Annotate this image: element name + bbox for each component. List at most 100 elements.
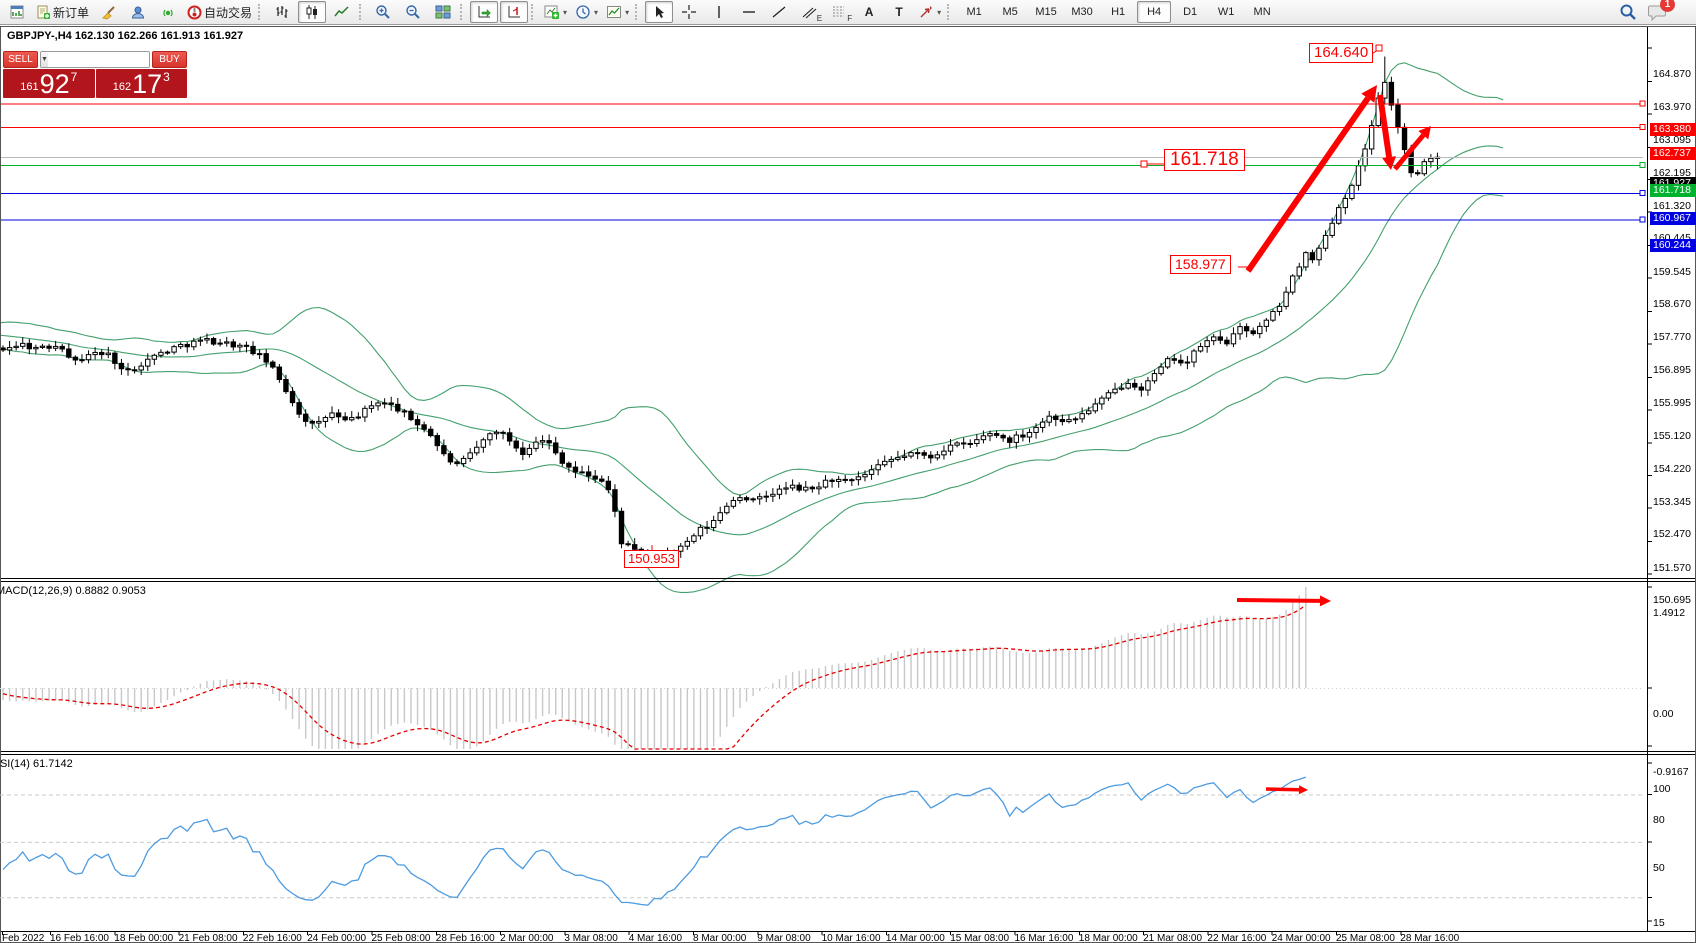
add-indicator-button[interactable]: ▾ — [541, 1, 570, 23]
resistance-price-label[interactable]: 161.718 — [1164, 149, 1245, 171]
chart-ohlc-header: GBPJPY-,H4 162.130 162.266 161.913 161.9… — [7, 30, 243, 42]
timeframe-m1[interactable]: M1 — [957, 1, 991, 23]
toolbar-group: ▾ ▾ ▾ — [540, 0, 633, 24]
chart-window-button[interactable] — [3, 1, 31, 23]
fibonacci-icon — [831, 4, 847, 20]
toolbar-grip[interactable] — [635, 4, 640, 20]
signal-button[interactable] — [154, 1, 182, 23]
timeframe-h1[interactable]: H1 — [1101, 1, 1135, 23]
new-order-label: 新订单 — [53, 4, 89, 21]
axis-tick-label: 152.470 — [1653, 528, 1691, 540]
buy-button[interactable]: BUY — [152, 51, 187, 68]
rsi-layer — [0, 777, 1643, 905]
time-axis-label: 18 Feb 00:00 — [114, 933, 173, 943]
vertical-line-button[interactable] — [705, 1, 733, 23]
new-order-button[interactable]: 新订单 — [33, 1, 92, 23]
sell-quote[interactable]: 161927 — [3, 69, 95, 98]
sell-price-sup: 7 — [71, 71, 78, 83]
chevron-down-icon[interactable]: ▾ — [594, 8, 598, 17]
trendline-button[interactable] — [765, 1, 793, 23]
tool-subscript: F — [847, 14, 852, 23]
toolbar-grip[interactable] — [531, 4, 536, 20]
chevron-down-icon[interactable]: ▾ — [563, 8, 567, 17]
add-indicator-icon — [544, 4, 560, 20]
signal-icon — [161, 5, 176, 20]
toolbar-group — [368, 0, 458, 24]
chevron-down-icon[interactable]: ▾ — [937, 8, 941, 17]
cursor-button[interactable] — [645, 1, 673, 23]
fibonacci-button[interactable]: F — [825, 1, 853, 23]
candles-layer — [1, 57, 1440, 565]
auto-scroll-button[interactable] — [470, 1, 498, 23]
buy-price-sup: 3 — [163, 71, 170, 83]
candlestick-button[interactable] — [298, 1, 326, 23]
tile-windows-icon — [435, 4, 451, 20]
support-price-label[interactable]: 158.977 — [1170, 255, 1231, 274]
broom-button[interactable] — [94, 1, 122, 23]
zoom-out-button[interactable] — [399, 1, 427, 23]
timeframe-d1[interactable]: D1 — [1173, 1, 1207, 23]
auto-trading-button[interactable]: 自动交易 — [184, 1, 255, 23]
axis-tick-label: -0.9167 — [1653, 766, 1689, 778]
timeframe-mn[interactable]: MN — [1245, 1, 1279, 23]
axis-tick-label: 155.995 — [1653, 397, 1691, 409]
timeframe-h4[interactable]: H4 — [1137, 1, 1171, 23]
buy-quote[interactable]: 162173 — [96, 69, 188, 98]
buy-price-prefix: 162 — [113, 78, 131, 97]
peak-price-callout[interactable]: 164.640 — [1309, 43, 1373, 63]
toolbar-grip[interactable] — [460, 4, 465, 20]
timeframe-m30[interactable]: M30 — [1065, 1, 1099, 23]
zoom-in-button[interactable] — [369, 1, 397, 23]
time-axis-label: 28 Feb 16:00 — [436, 933, 495, 943]
line-chart-button[interactable] — [328, 1, 356, 23]
template-button[interactable]: ▾ — [603, 1, 632, 23]
timeframe-w1[interactable]: W1 — [1209, 1, 1243, 23]
channel-button[interactable]: E — [795, 1, 823, 23]
text-button[interactable]: A — [855, 1, 883, 23]
chart-window[interactable]: GBPJPY-,H4 162.130 162.266 161.913 161.9… — [0, 26, 1696, 943]
timeframe-m15[interactable]: M15 — [1029, 1, 1063, 23]
broom-icon — [101, 5, 116, 20]
axis-tick-label: 157.770 — [1653, 331, 1691, 343]
time-axis-label: Feb 2022 — [2, 933, 44, 943]
one-click-trading-panel: SELL ▼ ▲ BUY 161927 162173 — [3, 51, 187, 98]
zoom-out-icon — [405, 4, 421, 20]
text-icon: A — [865, 5, 874, 19]
volume-input[interactable] — [48, 52, 150, 67]
sell-button[interactable]: SELL — [3, 51, 38, 68]
time-axis-label: 21 Feb 08:00 — [179, 933, 238, 943]
frame-layer — [0, 27, 1696, 943]
periods-button[interactable]: ▾ — [572, 1, 601, 23]
arrows-icon — [918, 4, 934, 20]
label-icon: T — [895, 5, 902, 19]
crosshair-button[interactable] — [675, 1, 703, 23]
bar-chart-button[interactable] — [268, 1, 296, 23]
search-icon — [1619, 3, 1637, 21]
axis-tick-label: 15 — [1653, 917, 1665, 929]
trough-price-label[interactable]: 150.953 — [624, 550, 679, 568]
notifications-button[interactable]: 1 — [1644, 1, 1672, 23]
time-axis-label: 18 Mar 00:00 — [1079, 933, 1138, 943]
label-button[interactable]: T — [885, 1, 913, 23]
bar-chart-icon — [274, 4, 290, 20]
timeframe-toolbar: M1M5M15M30H1H4D1W1MN — [956, 0, 1280, 24]
buy-price-big: 17 — [132, 72, 162, 97]
time-axis-label: 24 Feb 00:00 — [307, 933, 366, 943]
chart-shift-button[interactable] — [500, 1, 528, 23]
horizontal-line-button[interactable] — [735, 1, 763, 23]
tile-windows-button[interactable] — [429, 1, 457, 23]
cursor-icon — [651, 4, 667, 20]
axis-tick-label: 161.320 — [1653, 200, 1691, 212]
profile-button[interactable] — [124, 1, 152, 23]
volume-decrease-button[interactable]: ▼ — [41, 52, 48, 67]
toolbar-grip[interactable] — [258, 4, 263, 20]
toolbar-grip[interactable] — [947, 4, 952, 20]
toolbar-grip[interactable] — [359, 4, 364, 20]
axis-tick-label: 80 — [1653, 814, 1665, 826]
sell-price-prefix: 161 — [20, 78, 38, 97]
search-button[interactable] — [1614, 1, 1642, 23]
mt4-terminal: 新订单 自动交易 ▾ ▾ ▾ E F A T ▾ M1M5M15M30H1H4D1W1MN 1 GBP… — [0, 0, 1696, 943]
timeframe-m5[interactable]: M5 — [993, 1, 1027, 23]
arrows-button[interactable]: ▾ — [915, 1, 944, 23]
chevron-down-icon[interactable]: ▾ — [625, 8, 629, 17]
